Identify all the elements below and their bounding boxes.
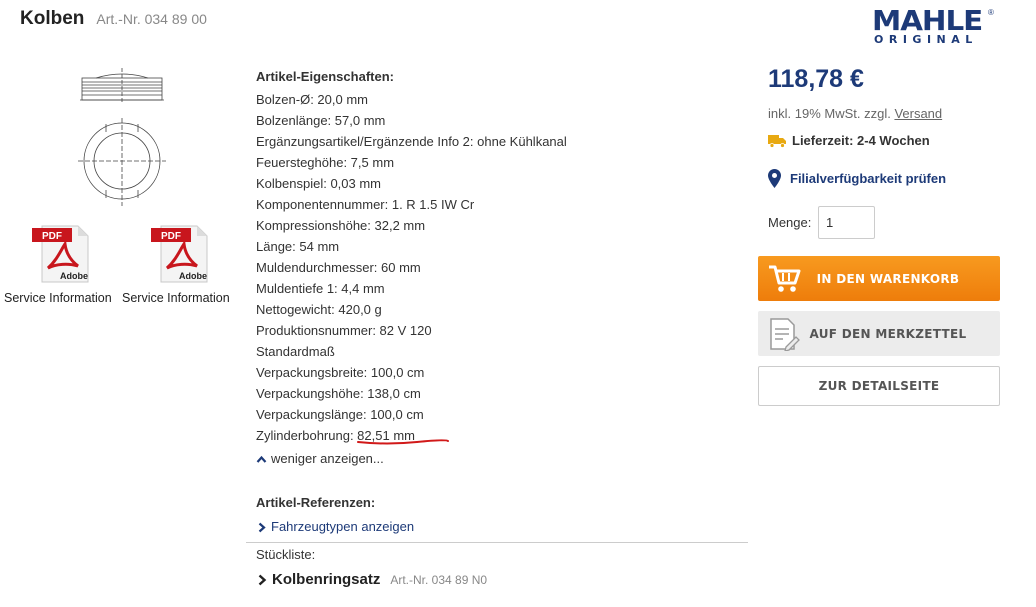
chevron-up-icon: [256, 455, 267, 463]
chevron-right-icon: [258, 522, 266, 532]
property-item-highlighted: Zylinderbohrung: 82,51 mm: [256, 425, 736, 446]
tax-text: inkl. 19% MwSt. zzgl.: [768, 106, 895, 121]
pdf-adobe-icon[interactable]: PDF Adobe: [149, 224, 209, 284]
section-divider: [246, 542, 748, 543]
add-to-cart-label: IN DEN WARENKORB: [816, 271, 960, 286]
piston-drawing: [78, 68, 166, 206]
delivery-time: Lieferzeit: 2-4 Wochen: [768, 133, 930, 148]
property-item: Muldendurchmesser: 60 mm: [256, 260, 421, 275]
red-underline-mark: [357, 439, 450, 445]
location-pin-icon: [768, 169, 781, 188]
show-less-label: weniger anzeigen...: [271, 451, 384, 466]
chevron-right-icon: [258, 574, 267, 585]
truck-icon: [768, 134, 786, 148]
brand-logo-reg: ®: [988, 8, 994, 17]
properties-title: Artikel-Eigenschaften:: [256, 69, 394, 84]
property-item: Feuersteghöhe: 7,5 mm: [256, 155, 395, 170]
price: 118,78 €: [768, 65, 864, 93]
highlighted-value-wrap: 82,51 mm: [357, 425, 450, 446]
vehicle-types-link[interactable]: Fahrzeugtypen anzeigen: [256, 518, 736, 536]
brand-logo: MAHLE ORIGINAL ®: [872, 7, 994, 46]
properties-list: Bolzen-Ø: 20,0 mm Bolzenlänge: 57,0 mm E…: [256, 89, 736, 446]
add-to-wishlist-label: AUF DEN MERKZETTEL: [809, 326, 967, 341]
pdf-adobe-icon[interactable]: PDF Adobe: [30, 224, 90, 284]
product-art-nr: Art.-Nr. 034 89 00: [96, 11, 207, 27]
property-item: Nettogewicht: 420,0 g: [256, 302, 382, 317]
quantity-input[interactable]: [818, 206, 875, 239]
bom-item-art-nr: Art.-Nr. 034 89 N0: [390, 573, 488, 587]
show-less-toggle[interactable]: weniger anzeigen...: [256, 450, 736, 468]
property-item: Bolzen-Ø: 20,0 mm: [256, 92, 368, 107]
references-title: Artikel-Referenzen:: [256, 495, 376, 510]
cart-icon: [769, 265, 801, 292]
property-item: Standardmaß: [256, 344, 335, 359]
pdf-badge-text: PDF: [161, 231, 181, 242]
property-item: Bolzenlänge: 57,0 mm: [256, 113, 386, 128]
delivery-text: Lieferzeit: 2-4 Wochen: [792, 133, 930, 148]
pdf-vendor-text: Adobe: [179, 271, 207, 281]
property-label: Zylinderbohrung:: [256, 428, 358, 443]
brand-logo-name: MAHLE: [872, 4, 983, 37]
shipping-link[interactable]: Versand: [894, 106, 942, 121]
detail-page-button[interactable]: ZUR DETAILSEITE: [758, 366, 1000, 406]
property-item: Komponentennummer: 1. R 1.5 IW Cr: [256, 197, 475, 212]
detail-page-label: ZUR DETAILSEITE: [818, 379, 940, 393]
product-header: Kolben Art.-Nr. 034 89 00: [20, 8, 207, 30]
add-to-cart-button[interactable]: IN DEN WARENKORB: [758, 256, 1000, 301]
pdf-vendor-text: Adobe: [60, 271, 88, 281]
property-item: Kompressionshöhe: 32,2 mm: [256, 218, 426, 233]
property-item: Kolbenspiel: 0,03 mm: [256, 176, 382, 191]
property-item: Verpackungshöhe: 138,0 cm: [256, 386, 421, 401]
bom-item-link[interactable]: Kolbenringsatz Art.-Nr. 034 89 N0: [256, 571, 487, 588]
property-item: Muldentiefe 1: 4,4 mm: [256, 281, 385, 296]
quantity-label: Menge:: [768, 215, 812, 230]
branch-availability-label: Filialverfügbarkeit prüfen: [790, 171, 947, 186]
property-item: Länge: 54 mm: [256, 239, 340, 254]
property-item: Verpackungslänge: 100,0 cm: [256, 407, 424, 422]
product-title: Kolben: [20, 8, 85, 29]
pdf-badge-text: PDF: [42, 231, 62, 242]
property-item: Verpackungsbreite: 100,0 cm: [256, 365, 425, 380]
add-to-wishlist-button[interactable]: AUF DEN MERKZETTEL: [758, 311, 1000, 356]
pdf-caption[interactable]: Service Information: [4, 291, 112, 305]
branch-availability-link[interactable]: Filialverfügbarkeit prüfen: [768, 169, 946, 188]
bom-label: Stückliste:: [256, 547, 316, 562]
notepad-icon: [770, 318, 800, 351]
bom-item-name: Kolbenringsatz: [272, 571, 381, 588]
property-item: Produktionsnummer: 82 V 120: [256, 323, 432, 338]
pdf-caption[interactable]: Service Information: [122, 291, 230, 305]
tax-info: inkl. 19% MwSt. zzgl. Versand: [768, 106, 942, 121]
vehicle-types-label: Fahrzeugtypen anzeigen: [271, 519, 415, 534]
property-item: Ergänzungsartikel/Ergänzende Info 2: ohn…: [256, 134, 567, 149]
article-properties: Artikel-Eigenschaften: Bolzen-Ø: 20,0 mm…: [256, 68, 736, 536]
